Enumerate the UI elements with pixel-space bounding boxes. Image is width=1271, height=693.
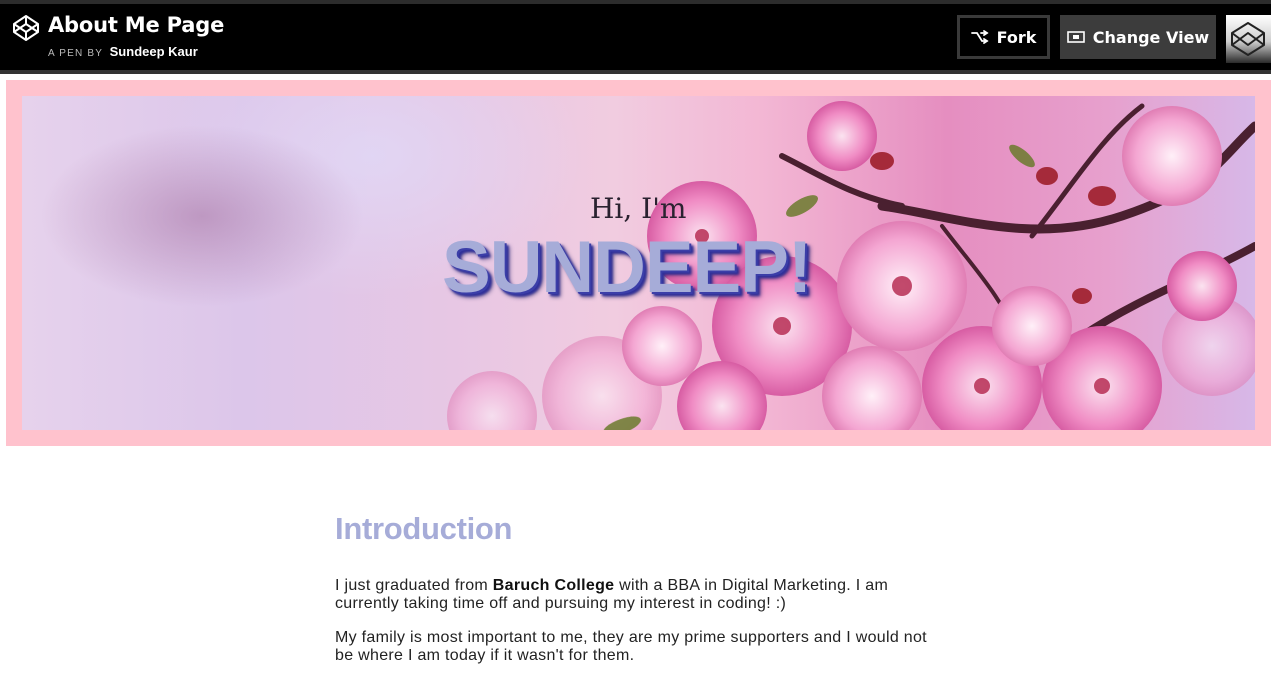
hero-greeting: Hi, I'm <box>590 192 687 225</box>
hero-banner: Hi, I'm SUNDEEP! <box>6 80 1271 446</box>
college-name: Baruch College <box>492 577 615 594</box>
pen-title: About Me Page <box>48 13 225 37</box>
fork-icon <box>970 30 989 44</box>
hero-name: SUNDEEP! <box>442 227 812 308</box>
p1-text-start: I just graduated from <box>335 577 493 594</box>
fork-button[interactable]: Fork <box>957 15 1050 59</box>
cherry-blossom-image: Hi, I'm SUNDEEP! <box>22 96 1255 430</box>
byline-prefix: A PEN BY <box>48 48 104 59</box>
author-link[interactable]: Sundeep Kaur <box>110 44 198 59</box>
intro-paragraph-2: My family is most important to me, they … <box>335 629 927 664</box>
change-view-label: Change View <box>1092 27 1210 47</box>
change-view-button[interactable]: Change View <box>1060 15 1216 59</box>
change-view-icon <box>1066 31 1085 43</box>
codepen-header: About Me Page A PEN BY Sundeep Kaur Fork… <box>0 4 1271 70</box>
codepen-logo-icon[interactable] <box>12 14 40 42</box>
fork-label: Fork <box>996 27 1037 47</box>
intro-paragraph-1: I just graduated from Baruch College wit… <box>335 577 935 613</box>
intro-heading: Introduction <box>335 511 513 546</box>
pen-byline: A PEN BY Sundeep Kaur <box>48 43 198 61</box>
avatar[interactable] <box>1226 15 1271 63</box>
header-divider <box>0 70 1271 74</box>
